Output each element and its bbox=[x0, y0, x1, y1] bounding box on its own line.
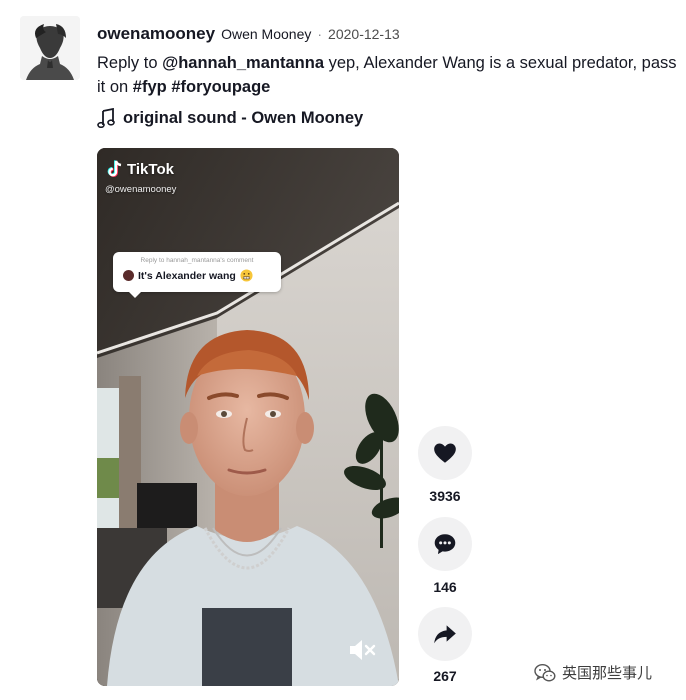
like-button[interactable] bbox=[418, 426, 472, 480]
hashtag-foryoupage[interactable]: #foryoupage bbox=[171, 78, 270, 96]
post-caption: Reply to @hannah_mantanna yep, Alexander… bbox=[97, 51, 677, 99]
tiktok-post: owenamooney Owen Mooney · 2020-12-13 Rep… bbox=[0, 0, 686, 700]
hashtag-fyp[interactable]: #fyp bbox=[133, 78, 167, 96]
mention-link[interactable]: @hannah_mantanna bbox=[162, 54, 324, 72]
comment-count: 146 bbox=[433, 579, 457, 595]
post-header: owenamooney Owen Mooney · 2020-12-13 bbox=[97, 24, 400, 44]
share-count: 267 bbox=[433, 668, 457, 684]
video-player[interactable]: TikTok @owenamooney Reply to hannah_mant… bbox=[97, 148, 399, 686]
tiktok-logo: TikTok bbox=[107, 160, 174, 178]
mute-icon[interactable] bbox=[347, 638, 377, 662]
watermark-text: 英国那些事儿 bbox=[562, 665, 653, 682]
share-icon bbox=[434, 625, 456, 644]
comment-icon bbox=[434, 534, 456, 555]
comment-text: It's Alexander wang bbox=[138, 269, 236, 282]
commenter-avatar bbox=[123, 270, 134, 281]
comment-button[interactable] bbox=[418, 517, 472, 571]
reply-comment-sticker: Reply to hannah_mantanna's comment It's … bbox=[113, 252, 281, 298]
heart-icon bbox=[434, 443, 456, 463]
music-link[interactable]: original sound - Owen Mooney bbox=[97, 108, 363, 128]
share-button[interactable] bbox=[418, 607, 472, 661]
reply-to-label: Reply to hannah_mantanna's comment bbox=[140, 257, 254, 264]
like-count: 3936 bbox=[429, 488, 461, 504]
music-label: original sound - Owen Mooney bbox=[123, 108, 364, 127]
author-username[interactable]: owenamooney bbox=[97, 24, 215, 44]
video-frame bbox=[97, 148, 399, 686]
caption-prefix: Reply to bbox=[97, 54, 163, 72]
post-date: 2020-12-13 bbox=[328, 26, 400, 42]
wechat-watermark: 英国那些事儿 bbox=[534, 662, 652, 683]
grimace-emoji-icon bbox=[240, 269, 253, 282]
music-note-icon bbox=[97, 108, 115, 128]
tiktok-logo-text: TikTok bbox=[127, 160, 174, 178]
author-avatar[interactable] bbox=[20, 16, 80, 80]
tiktok-logo-icon bbox=[107, 160, 122, 177]
wechat-icon bbox=[534, 663, 556, 682]
header-separator: · bbox=[317, 26, 323, 42]
author-nickname[interactable]: Owen Mooney bbox=[221, 26, 311, 42]
video-handle-watermark: @owenamooney bbox=[105, 184, 177, 195]
